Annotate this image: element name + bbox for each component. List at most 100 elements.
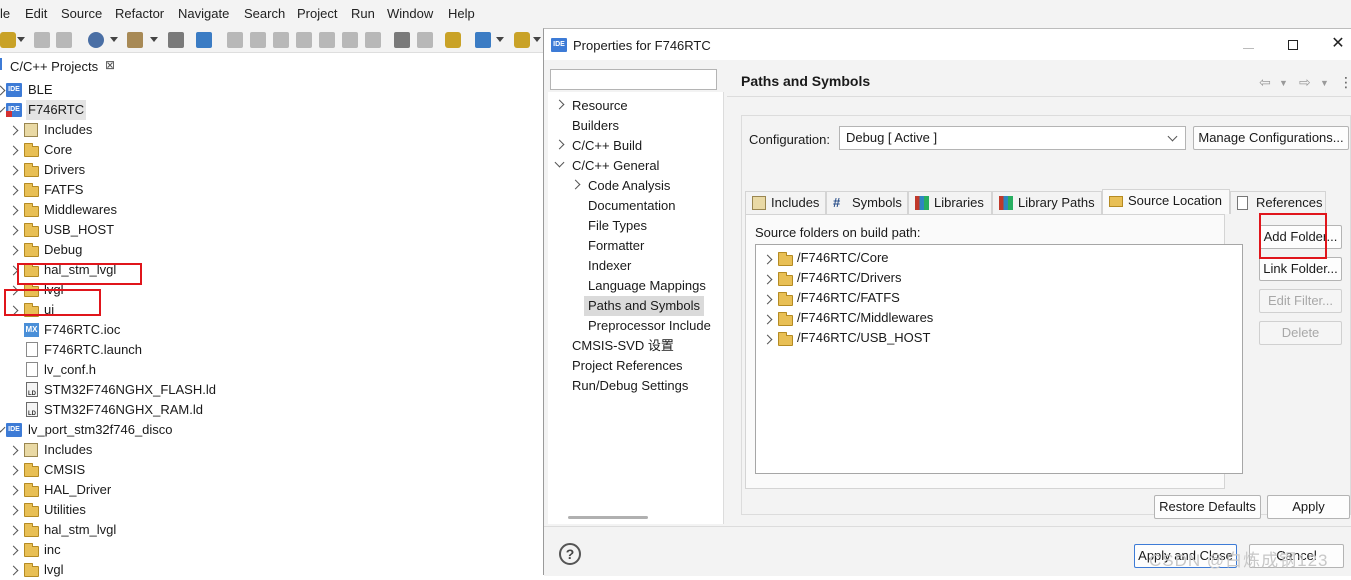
menu-project[interactable]: Project — [297, 6, 337, 21]
delete-button[interactable]: Delete — [1259, 321, 1342, 345]
chevron-right-icon[interactable] — [554, 99, 565, 110]
nav-cpp-build[interactable]: C/C++ Build — [568, 136, 646, 156]
chevron-down-icon[interactable]: ▼ — [1279, 78, 1288, 88]
horizontal-scrollbar[interactable] — [568, 516, 648, 519]
chevron-right-icon[interactable] — [0, 85, 6, 96]
forward-arrow-icon[interactable]: ⇨ — [1299, 74, 1311, 91]
chevron-right-icon[interactable] — [8, 245, 19, 256]
terminate-icon[interactable] — [273, 32, 289, 48]
tree-item-middlewares[interactable]: Middlewares — [44, 200, 117, 220]
manage-configurations-button[interactable]: Manage Configurations... — [1193, 126, 1349, 150]
tree-item-ram-ld[interactable]: STM32F746NGHX_RAM.ld — [44, 400, 203, 420]
nav-run-debug-settings[interactable]: Run/Debug Settings — [568, 376, 692, 396]
tree-item-cmsis[interactable]: CMSIS — [44, 460, 85, 480]
chevron-right-icon[interactable] — [8, 565, 19, 576]
chevron-right-icon[interactable] — [762, 254, 773, 265]
link-folder-button[interactable]: Link Folder... — [1259, 257, 1342, 281]
save-icon[interactable] — [34, 32, 50, 48]
nav-paths-and-symbols[interactable]: Paths and Symbols — [584, 296, 705, 316]
chevron-right-icon[interactable] — [570, 179, 581, 190]
tree-item-ioc[interactable]: F746RTC.ioc — [44, 320, 120, 340]
tree-item-lv-conf[interactable]: lv_conf.h — [44, 360, 96, 380]
tree-item-core[interactable]: Core — [44, 140, 72, 160]
chevron-down-icon[interactable] — [150, 37, 158, 42]
tree-item-utilities[interactable]: Utilities — [44, 500, 86, 520]
tab-symbols[interactable]: # Symbols — [826, 191, 908, 214]
chevron-right-icon[interactable] — [8, 225, 19, 236]
chevron-right-icon[interactable] — [8, 125, 19, 136]
chevron-down-icon[interactable]: ▼ — [1320, 78, 1329, 88]
instruction-step-icon[interactable] — [417, 32, 433, 48]
menu-refactor[interactable]: Refactor — [115, 6, 164, 21]
nav-resource[interactable]: Resource — [568, 96, 632, 116]
menu-navigate[interactable]: Navigate — [178, 6, 229, 21]
tree-item-launch[interactable]: F746RTC.launch — [44, 340, 142, 360]
tree-item-lv-port[interactable]: lv_port_stm32f746_disco — [28, 420, 173, 440]
menu-search[interactable]: Search — [244, 6, 285, 21]
chevron-right-icon[interactable] — [554, 139, 565, 150]
step-return-icon[interactable] — [365, 32, 381, 48]
menu-help[interactable]: Help — [448, 6, 475, 21]
nav-code-analysis[interactable]: Code Analysis — [584, 176, 674, 196]
debug-icon[interactable] — [196, 32, 212, 48]
chevron-right-icon[interactable] — [8, 445, 19, 456]
chevron-right-icon[interactable] — [8, 205, 19, 216]
nav-language-mappings[interactable]: Language Mappings — [584, 276, 710, 296]
disconnect-icon[interactable] — [296, 32, 312, 48]
chevron-down-icon[interactable] — [533, 37, 541, 42]
chevron-down-icon[interactable] — [496, 37, 504, 42]
tree-item-f746rtc[interactable]: F746RTC — [26, 100, 87, 120]
close-icon[interactable]: ⊠ — [105, 58, 115, 72]
build-hammer-icon[interactable] — [127, 32, 143, 48]
close-icon[interactable]: ✕ — [1329, 35, 1347, 53]
chevron-down-icon[interactable] — [17, 37, 25, 42]
open-folder-icon[interactable] — [514, 32, 530, 48]
tab-source-location[interactable]: Source Location — [1102, 189, 1230, 214]
chevron-down-icon[interactable] — [110, 37, 118, 42]
tree-item-debug[interactable]: Debug — [44, 240, 82, 260]
chevron-right-icon[interactable] — [8, 485, 19, 496]
nav-documentation[interactable]: Documentation — [584, 196, 679, 216]
step-into-icon[interactable] — [319, 32, 335, 48]
nav-cmsis-svd[interactable]: CMSIS-SVD 设置 — [568, 336, 678, 356]
tree-item-fatfs[interactable]: FATFS — [44, 180, 83, 200]
tree-item-includes[interactable]: Includes — [44, 120, 92, 140]
chevron-right-icon[interactable] — [8, 465, 19, 476]
help-icon[interactable]: ? — [559, 543, 581, 565]
open-type-icon[interactable] — [475, 32, 491, 48]
nav-project-references[interactable]: Project References — [568, 356, 687, 376]
filter-input[interactable] — [550, 69, 717, 90]
tree-item-usb-host[interactable]: USB_HOST — [44, 220, 114, 240]
tab-references[interactable]: References — [1230, 191, 1326, 214]
hand-icon[interactable] — [445, 32, 461, 48]
binary-icon[interactable] — [168, 32, 184, 48]
tree-item-hal-driver[interactable]: HAL_Driver — [44, 480, 111, 500]
chevron-right-icon[interactable] — [762, 274, 773, 285]
tree-item-hal-stm-lvgl[interactable]: hal_stm_lvgl — [44, 520, 116, 540]
resume-icon[interactable] — [227, 32, 243, 48]
chevron-right-icon[interactable] — [8, 165, 19, 176]
projects-view-tab[interactable]: C/C++ Projects ⊠ — [0, 56, 545, 78]
nav-builders[interactable]: Builders — [568, 116, 623, 136]
chevron-down-icon[interactable] — [554, 157, 565, 168]
more-options-icon[interactable]: ⋮ — [1339, 74, 1351, 91]
list-item[interactable]: /F746RTC/Middlewares — [797, 308, 933, 328]
chevron-right-icon[interactable] — [762, 314, 773, 325]
apply-button[interactable]: Apply — [1267, 495, 1350, 519]
tree-item-ble[interactable]: BLE — [28, 80, 53, 100]
chevron-right-icon[interactable] — [8, 525, 19, 536]
minimize-icon[interactable] — [1240, 35, 1258, 53]
nav-formatter[interactable]: Formatter — [584, 236, 648, 256]
suspend-icon[interactable] — [250, 32, 266, 48]
list-item[interactable]: /F746RTC/Core — [797, 248, 889, 268]
tree-item-lvgl[interactable]: lvgl — [44, 560, 64, 580]
tree-item-drivers[interactable]: Drivers — [44, 160, 85, 180]
back-arrow-icon[interactable]: ⇦ — [1259, 74, 1271, 91]
tree-item-includes[interactable]: Includes — [44, 440, 92, 460]
configuration-select[interactable]: Debug [ Active ] — [839, 126, 1186, 150]
new-icon[interactable] — [0, 32, 16, 48]
chevron-down-icon[interactable] — [0, 102, 6, 113]
chevron-right-icon[interactable] — [8, 145, 19, 156]
nav-file-types[interactable]: File Types — [584, 216, 651, 236]
chevron-right-icon[interactable] — [762, 334, 773, 345]
